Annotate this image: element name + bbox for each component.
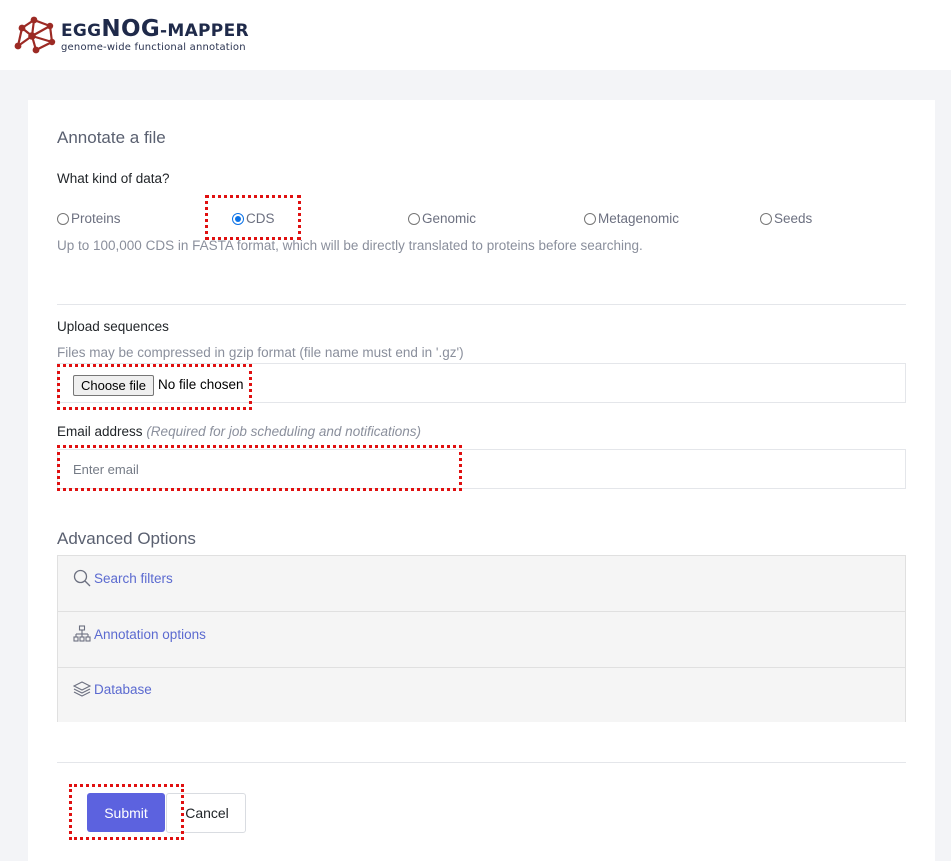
radio-label: Seeds bbox=[774, 211, 813, 226]
top-bar: EGGNOG-MAPPER genome-wide functional ann… bbox=[0, 0, 951, 70]
annotation-options-header[interactable]: Annotation options bbox=[73, 625, 206, 643]
radio-label: Genomic bbox=[422, 211, 477, 226]
logo-tagline: genome-wide functional annotation bbox=[61, 42, 246, 53]
database-label: Database bbox=[94, 681, 152, 697]
radio-circle[interactable] bbox=[584, 212, 596, 225]
radio-genomic[interactable]: Genomic bbox=[408, 211, 476, 226]
sitemap-icon bbox=[73, 625, 91, 643]
layers-icon bbox=[73, 680, 91, 698]
network-graph-icon bbox=[14, 16, 56, 54]
radio-metagenomic[interactable]: Metagenomic bbox=[584, 211, 679, 226]
email-label: Email address (Required for job scheduli… bbox=[57, 424, 421, 439]
database-header[interactable]: Database bbox=[73, 680, 152, 698]
email-label-note: (Required for job scheduling and notific… bbox=[146, 424, 421, 439]
logo-title: EGGNOG-MAPPER bbox=[61, 16, 249, 42]
annotation-options-label: Annotation options bbox=[94, 626, 206, 642]
radio-circle[interactable] bbox=[408, 212, 420, 225]
radio-proteins[interactable]: Proteins bbox=[57, 211, 121, 226]
divider bbox=[57, 304, 906, 305]
search-filters-label: Search filters bbox=[94, 570, 173, 586]
upload-label: Upload sequences bbox=[57, 319, 169, 334]
advanced-options-title: Advanced Options bbox=[57, 529, 196, 548]
cancel-label: Cancel bbox=[185, 805, 229, 821]
search-filters-header[interactable]: Search filters bbox=[73, 569, 173, 587]
search-icon bbox=[73, 569, 91, 587]
page-title: Annotate a file bbox=[57, 128, 166, 147]
radio-label: Proteins bbox=[71, 211, 121, 226]
radio-label: Metagenomic bbox=[598, 211, 680, 226]
highlight-box-submit bbox=[69, 784, 184, 840]
highlight-box-file bbox=[57, 364, 252, 410]
radio-seeds[interactable]: Seeds bbox=[760, 211, 812, 226]
divider bbox=[57, 762, 906, 763]
radio-circle[interactable] bbox=[57, 212, 69, 225]
accordion-search-filters[interactable] bbox=[57, 555, 906, 612]
data-kind-label: What kind of data? bbox=[57, 171, 170, 186]
accordion-database[interactable] bbox=[57, 667, 906, 722]
radio-circle[interactable] bbox=[760, 212, 772, 225]
data-type-hint: Up to 100,000 CDS in FASTA format, which… bbox=[57, 238, 643, 253]
email-label-text: Email address bbox=[57, 424, 143, 439]
logo[interactable]: EGGNOG-MAPPER genome-wide functional ann… bbox=[14, 16, 249, 56]
highlight-box-cds bbox=[205, 195, 301, 240]
highlight-box-email bbox=[57, 445, 462, 491]
upload-hint: Files may be compressed in gzip format (… bbox=[57, 345, 464, 360]
